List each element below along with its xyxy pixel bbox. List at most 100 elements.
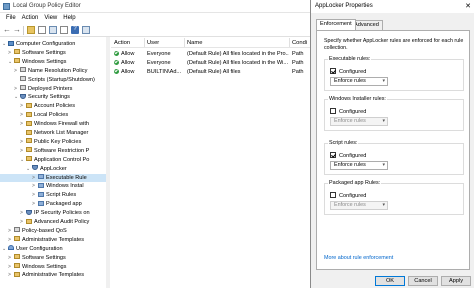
tree-item[interactable]: > Name Resolution Policy (14, 67, 87, 75)
menu-action[interactable]: Action (22, 15, 39, 21)
tree-item-label: Security Settings (28, 94, 70, 101)
back-arrow-icon[interactable]: ← (3, 26, 11, 34)
tab-enforcement[interactable]: Enforcement (316, 19, 356, 30)
group-label: Executable rules: (328, 56, 372, 63)
column-condition[interactable]: Condi (292, 40, 307, 46)
enforcement-select[interactable]: Enforce rules ▾ (330, 117, 388, 126)
menu-view[interactable]: View (44, 15, 57, 21)
folder-icon (26, 147, 32, 153)
tree-item[interactable]: Scripts (Startup/Shutdown) (14, 76, 95, 84)
tree-item-label: Public Key Policies (34, 138, 82, 145)
chevron-down-icon: ▾ (382, 118, 385, 124)
tree-item[interactable]: > Windows Firewall with (20, 120, 89, 128)
folder-icon (26, 129, 32, 135)
configured-checkbox[interactable]: Configured (330, 192, 366, 200)
checkbox-icon[interactable] (330, 192, 336, 198)
chevron-down-icon: ▾ (382, 162, 385, 168)
select-value: Enforce rules (334, 202, 366, 208)
folder-icon (14, 58, 20, 64)
tree-item[interactable]: > Policy-based QoS (8, 227, 67, 235)
rule-icon (38, 174, 44, 179)
tree-item[interactable]: > Local Policies (20, 111, 68, 119)
tree-item[interactable]: > Software Restriction P (20, 147, 89, 155)
tree-item[interactable]: > Software Settings (8, 49, 66, 57)
table-row[interactable]: Allow Everyone (Default Rule) All files lo… (111, 50, 310, 58)
column-action[interactable]: Action (114, 40, 130, 46)
applocker-icon (32, 165, 38, 171)
tree-item[interactable]: > Executable Rule (0, 173, 106, 182)
checkbox-icon[interactable] (330, 108, 336, 114)
tree-item[interactable]: > Windows Instal (32, 182, 84, 190)
tree-item-label: Name Resolution Policy (28, 67, 88, 74)
checkbox-label: Configured (339, 69, 367, 75)
tree-item[interactable]: ⌄ Security Settings (14, 93, 70, 101)
tree-item[interactable]: > Public Key Policies (20, 138, 81, 146)
allow-check-icon (114, 50, 119, 56)
table-row[interactable]: Allow Everyone (Default Rule) All files lo… (111, 59, 310, 67)
properties-icon[interactable] (49, 26, 57, 34)
help-icon[interactable]: ? (71, 26, 79, 34)
ok-button[interactable]: OK (375, 276, 405, 286)
chart-icon (14, 227, 20, 233)
rule-enforcement-link[interactable]: More about rule enforcement (324, 255, 393, 261)
up-folder-icon[interactable] (27, 26, 35, 34)
menu-help[interactable]: Help (63, 15, 75, 21)
forward-arrow-icon[interactable]: → (13, 26, 21, 34)
tree-item[interactable]: ⌄ AppLocker (26, 165, 67, 173)
configured-checkbox[interactable]: Configured (330, 68, 366, 76)
tree-item[interactable]: ⌄ Application Control Po (20, 156, 89, 164)
folder-icon (14, 236, 20, 242)
group-label: Script rules: (328, 140, 359, 147)
cancel-button[interactable]: Cancel (408, 276, 438, 286)
configured-checkbox[interactable]: Configured (330, 108, 366, 116)
tree-item[interactable]: > Advanced Audit Policy (20, 218, 89, 226)
tree-item[interactable]: ⌄ User Configuration (2, 245, 63, 253)
enforcement-select[interactable]: Enforce rules ▾ (330, 77, 388, 86)
tree-item-label: Scripts (Startup/Shutdown) (28, 76, 95, 83)
tree-item[interactable]: > IP Security Policies on (20, 209, 90, 217)
show-tree-icon[interactable] (38, 26, 46, 34)
view-icon[interactable] (82, 26, 90, 34)
cell-condition: Path (292, 51, 304, 57)
menu-file[interactable]: File (6, 15, 16, 21)
tree-scrollbar[interactable] (106, 37, 110, 288)
tree-item[interactable]: > Administrative Templates (8, 271, 84, 279)
table-row[interactable]: Allow BUILTIN\Ad... (Default Rule) All fil… (111, 68, 310, 76)
cell-condition: Path (292, 60, 304, 66)
folder-icon (26, 120, 32, 126)
tree-item[interactable]: > Account Policies (20, 102, 75, 110)
export-list-icon[interactable] (60, 26, 68, 34)
tree-item[interactable]: > Packaged app (32, 200, 82, 208)
select-value: Enforce rules (334, 118, 366, 124)
column-name[interactable]: Name (187, 40, 202, 46)
enforcement-select[interactable]: Enforce rules ▾ (330, 161, 388, 170)
rule-group: Windows Installer rules: Configured Enforc… (324, 96, 464, 131)
tree-item[interactable]: Network List Manager (20, 129, 88, 137)
folder-icon (14, 254, 20, 260)
cell-condition: Path (292, 69, 304, 75)
checkbox-icon[interactable] (330, 152, 336, 158)
checkbox-icon[interactable] (330, 68, 336, 74)
enforcement-select[interactable]: Enforce rules ▾ (330, 201, 388, 210)
tree-item[interactable]: > Software Settings (8, 254, 66, 262)
close-icon[interactable]: ✕ (465, 2, 471, 10)
rule-group: Packaged app Rules: Configured Enforce rul… (324, 180, 464, 215)
cell-user: Everyone (147, 51, 171, 57)
tree-item[interactable]: > Windows Settings (8, 263, 66, 271)
folder-icon (26, 156, 32, 162)
list-header: Action User Name Condi (111, 37, 310, 48)
policy-icon (20, 85, 26, 90)
tree-item-label: Windows Firewall with (34, 121, 90, 128)
tree-item[interactable]: ⌄ Computer Configuration (2, 40, 75, 48)
tree-item[interactable]: > Deployed Printers (14, 85, 72, 93)
tree-item[interactable]: > Administrative Templates (8, 236, 84, 244)
column-user[interactable]: User (147, 40, 159, 46)
rule-list: Action User Name Condi Allow Everyone (Def… (111, 37, 310, 288)
user-icon (8, 245, 14, 251)
folder-icon (26, 138, 32, 144)
tree-item[interactable]: > Script Rules (32, 191, 76, 199)
configured-checkbox[interactable]: Configured (330, 152, 366, 160)
apply-button[interactable]: Apply (441, 276, 471, 286)
tree-item[interactable]: ⌄ Windows Settings (8, 58, 66, 66)
tree-item-label: Executable Rule (46, 174, 87, 181)
